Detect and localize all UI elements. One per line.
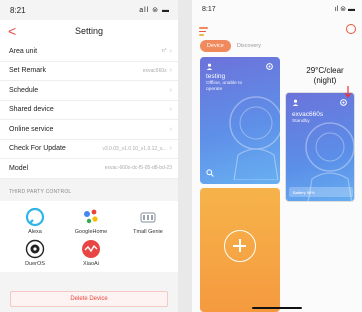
setting-label: Set Remark [9, 67, 46, 75]
robot-illustration [229, 96, 280, 180]
setting-label: Shared device [9, 106, 54, 114]
third-party-label: Tmall Genie [133, 228, 163, 235]
setting-label: Check For Update [9, 145, 66, 153]
menu-icon[interactable] [199, 27, 208, 38]
setting-row-shared-device[interactable]: Shared device › [0, 101, 178, 120]
tab-device[interactable]: Device [200, 40, 231, 52]
third-party-panel: Alexa GoogleHome Tmall Genie DuerOS Xiao… [0, 200, 178, 273]
device-name: exvac660s [292, 111, 324, 118]
third-party-label: Alexa [28, 228, 42, 235]
third-party-label: DuerOS [25, 260, 45, 267]
status-time: 8:21 [10, 5, 26, 15]
user-icon [292, 99, 299, 106]
chevron-right-icon: › [169, 125, 172, 133]
chevron-right-icon: › [169, 86, 172, 94]
device-card-exvac660s[interactable]: exvac660s Standby Battery 99% [285, 92, 355, 202]
third-party-header: THIRD PARTY CONTROL [9, 188, 72, 195]
gear-icon[interactable] [265, 62, 274, 71]
menu-line [199, 27, 208, 29]
device-status: Offline, unable to operate [206, 81, 243, 92]
third-party-tmall[interactable]: Tmall Genie [126, 207, 170, 235]
third-party-xiaoai[interactable]: XiaoAi [71, 239, 111, 267]
setting-row-area-unit[interactable]: Area unit n° › [0, 42, 178, 62]
chevron-right-icon: › [169, 106, 172, 114]
weather-annotation: 29°C/clear (night) [306, 66, 344, 85]
home-indicator [252, 306, 302, 309]
arrow-down-icon [344, 86, 352, 98]
third-party-googlehome[interactable]: GoogleHome [69, 207, 113, 235]
tab-discovery[interactable]: Discovery [237, 43, 261, 49]
device-card-testing[interactable]: testing Offline, unable to operate [200, 57, 280, 184]
battery-bar: Battery 99% [289, 187, 353, 197]
status-bar-right: 8:17 ıl ⊜ ▬ [192, 0, 362, 18]
google-home-icon [84, 209, 98, 223]
third-party-dueros[interactable]: DuerOS [15, 239, 55, 267]
setting-label: Area unit [9, 47, 38, 55]
settings-screen: 8:21 all ⊜ ▬ < Setting Area unit n° › Set… [0, 0, 178, 312]
chevron-right-icon: › [169, 47, 172, 55]
setting-row-check-update[interactable]: Check For Update v3.0.03_v1.0.10_v1.0.12… [0, 140, 178, 159]
chevron-right-icon: › [169, 67, 172, 75]
dueros-icon [25, 239, 45, 258]
nav-bar: < Setting [0, 20, 178, 42]
setting-row-online-service[interactable]: Online service › [0, 120, 178, 140]
third-party-label: GoogleHome [74, 228, 108, 235]
screenshot-root: 8:21 all ⊜ ▬ < Setting Area unit n° › Set… [0, 0, 362, 312]
tmall-genie-icon [140, 211, 156, 223]
settings-list: Area unit n° › Set Remark exvac660s › Sche… [0, 42, 178, 179]
search-icon[interactable] [206, 169, 214, 177]
device-name: testing [206, 73, 226, 80]
status-signal-icons: all ⊜ ▬ [139, 7, 170, 14]
status-signal-icons: ıl ⊜ ▬ [334, 6, 355, 13]
setting-label: Schedule [9, 86, 39, 94]
setting-row-schedule[interactable]: Schedule › [0, 81, 178, 101]
back-arrow-icon[interactable]: < [8, 23, 16, 39]
third-party-label: XiaoAi [83, 260, 99, 267]
scene-icon[interactable] [346, 24, 356, 34]
chevron-right-icon: › [169, 145, 172, 153]
gear-icon[interactable] [339, 98, 348, 107]
delete-device-button[interactable]: Delete Device [10, 291, 168, 307]
menu-line [199, 34, 204, 36]
plus-icon[interactable] [224, 230, 256, 262]
delete-area: Delete Device [0, 272, 178, 312]
setting-value: n° [161, 48, 167, 55]
user-icon [206, 63, 213, 70]
menu-line [199, 30, 206, 32]
device-list-screen: 8:17 ıl ⊜ ▬ Device Discovery testing Off… [192, 0, 362, 312]
add-device-card[interactable] [200, 188, 280, 312]
setting-value: v3.0.03_v1.0.10_v1.0.12_s... [102, 145, 167, 152]
third-party-alexa[interactable]: Alexa [15, 207, 55, 235]
status-bar-left: 8:21 all ⊜ ▬ [0, 0, 178, 20]
setting-value: exvac-660s-dc-f5-05-d8-bd-23 [104, 165, 172, 172]
alexa-icon [25, 207, 45, 226]
status-time: 8:17 [202, 5, 216, 13]
setting-label: Model [9, 164, 29, 172]
page-title: Setting [74, 26, 104, 36]
tab-bar: Device Discovery [200, 40, 261, 52]
setting-row-set-remark[interactable]: Set Remark exvac660s › [0, 62, 178, 81]
setting-row-model: Model exvac-660s-dc-f5-05-d8-bd-23 [0, 159, 178, 179]
setting-label: Online service [9, 125, 54, 133]
xiaoai-icon [82, 239, 100, 258]
device-status: Standby [292, 119, 310, 124]
setting-value: exvac660s [142, 67, 167, 74]
